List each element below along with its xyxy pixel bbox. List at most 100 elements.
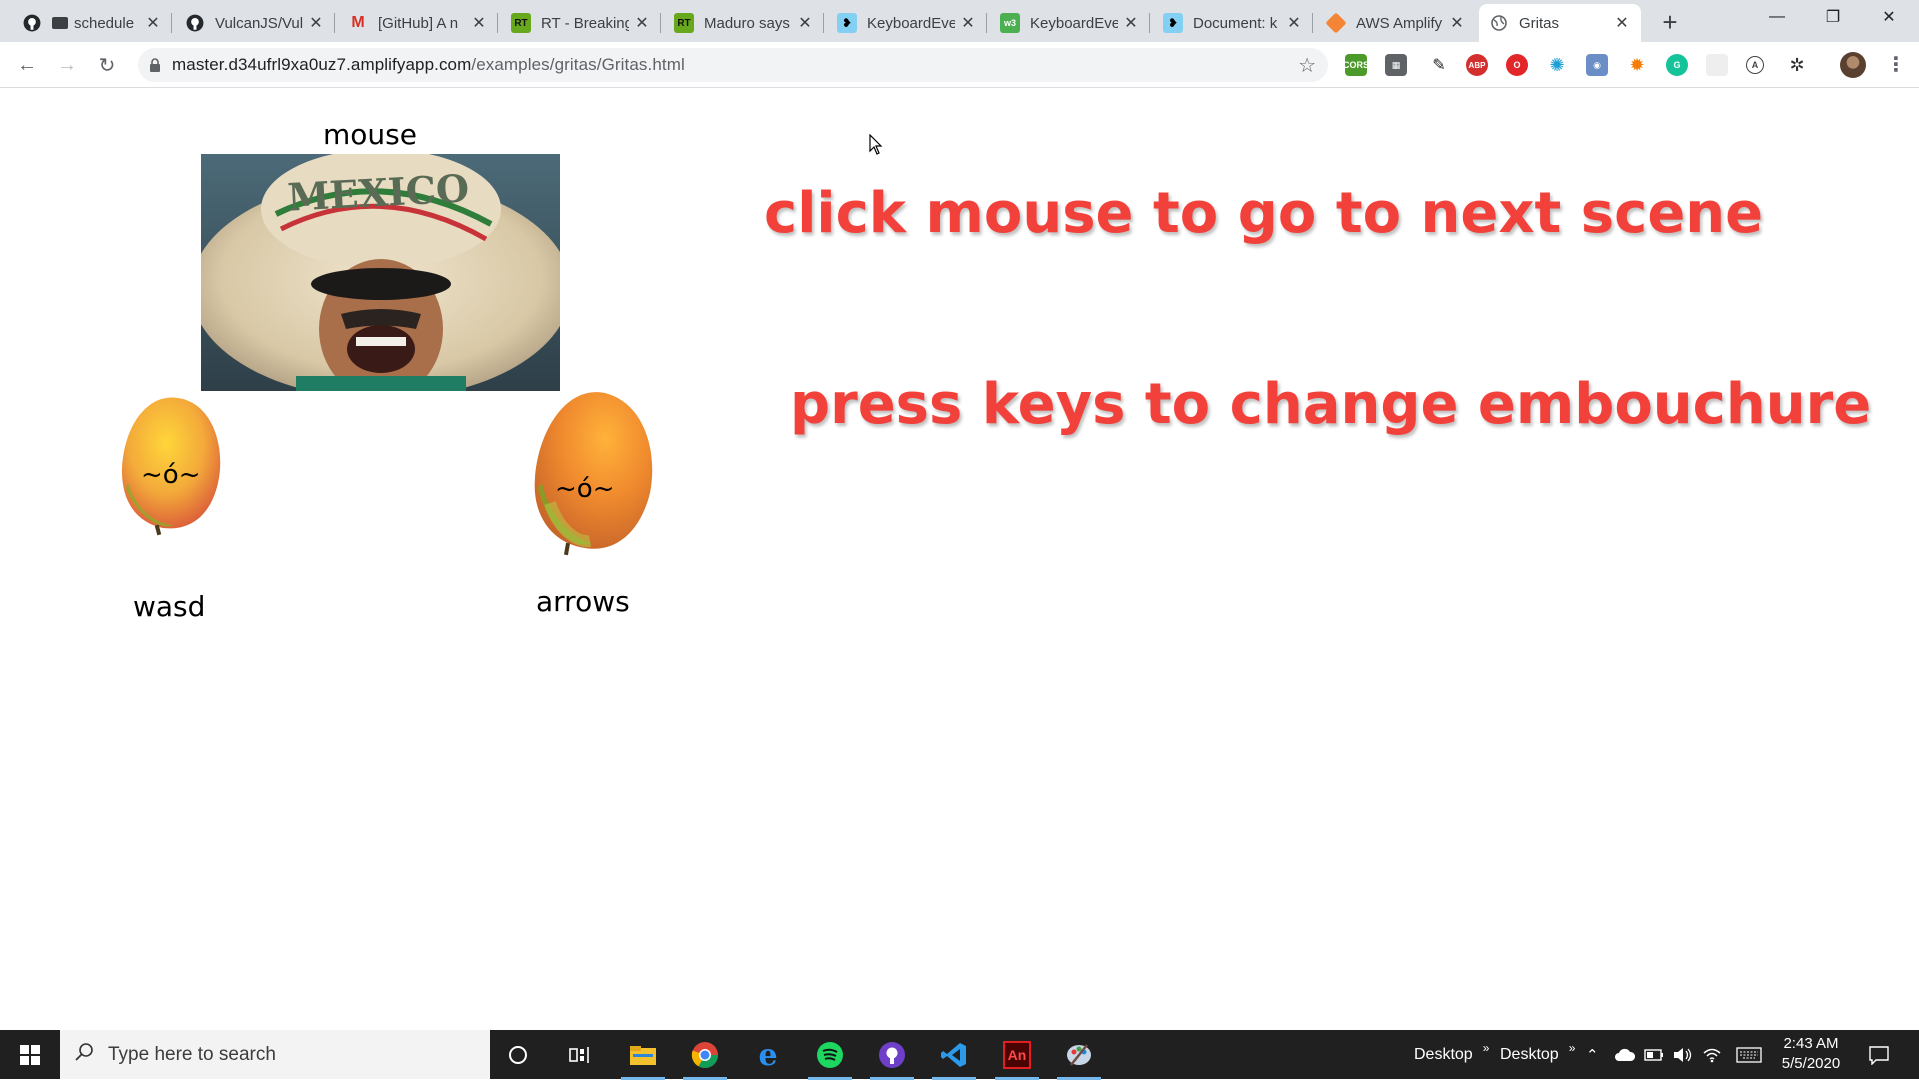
keyboard-icon[interactable] bbox=[1736, 1030, 1762, 1079]
back-button[interactable]: ← bbox=[12, 50, 42, 80]
task-view-icon[interactable] bbox=[562, 1037, 598, 1073]
a-icon[interactable]: A bbox=[1746, 56, 1764, 74]
close-icon[interactable]: ✕ bbox=[959, 14, 977, 32]
instruction-click-mouse: click mouse to go to next scene bbox=[764, 181, 1764, 246]
url-text: master.d34ufrl9xa0uz7.amplifyapp.com/exa… bbox=[172, 55, 685, 75]
mouse-label: mouse bbox=[323, 118, 417, 151]
cortana-icon[interactable] bbox=[500, 1037, 536, 1073]
tab-vulcanjs[interactable]: VulcanJS/Vul ✕ bbox=[175, 4, 335, 42]
close-icon[interactable]: ✕ bbox=[1122, 14, 1140, 32]
adobe-animate-icon[interactable]: An bbox=[995, 1037, 1039, 1080]
new-tab-button[interactable]: + bbox=[1656, 7, 1684, 37]
tab-title: Maduro says bbox=[704, 14, 790, 32]
tab-title: [GitHub] A n bbox=[378, 14, 459, 32]
search-icon bbox=[74, 1042, 94, 1067]
search-placeholder: Type here to search bbox=[108, 1043, 276, 1065]
puzzle-icon[interactable]: ✲ bbox=[1786, 54, 1808, 76]
restore-button[interactable]: ❐ bbox=[1806, 0, 1860, 34]
wifi-icon[interactable] bbox=[1702, 1030, 1722, 1079]
page-viewport[interactable]: mouse MEXICO ~ó~ ~ó~ wasd arrows click m… bbox=[0, 88, 1919, 1030]
desktop-toolbar-1[interactable]: Desktop» bbox=[1414, 1030, 1489, 1079]
edge-icon[interactable]: e bbox=[750, 1037, 786, 1073]
windows-start-icon[interactable] bbox=[0, 1030, 60, 1079]
desktop-toolbar-2[interactable]: Desktop» bbox=[1500, 1030, 1575, 1079]
reload-button[interactable]: ↻ bbox=[92, 50, 122, 80]
burst-icon[interactable]: ✹ bbox=[1626, 54, 1648, 76]
tab-aws-amplify[interactable]: AWS Amplify ✕ bbox=[1316, 4, 1476, 42]
tab-title: AWS Amplify bbox=[1356, 14, 1443, 32]
desktop-label-2: Desktop bbox=[1500, 1045, 1559, 1063]
close-icon[interactable]: ✕ bbox=[470, 14, 488, 32]
tab-rt-breaking[interactable]: RT RT - Breaking ✕ bbox=[501, 4, 661, 42]
forward-button[interactable]: → bbox=[52, 50, 82, 80]
blank-icon[interactable] bbox=[1706, 54, 1728, 76]
vscode-icon[interactable] bbox=[932, 1037, 976, 1080]
menu-kebab-icon[interactable]: ⋮ bbox=[1886, 52, 1906, 77]
hat-text: MEXICO bbox=[286, 165, 470, 219]
minimize-button[interactable]: — bbox=[1750, 0, 1804, 34]
close-icon[interactable]: ✕ bbox=[144, 14, 162, 32]
address-bar[interactable]: master.d34ufrl9xa0uz7.amplifyapp.com/exa… bbox=[138, 48, 1328, 82]
tab-title: KeyboardEve bbox=[1030, 14, 1118, 32]
close-icon[interactable]: ✕ bbox=[633, 14, 651, 32]
tab-maduro[interactable]: RT Maduro says ✕ bbox=[664, 4, 824, 42]
grammarly-icon[interactable]: G bbox=[1666, 54, 1688, 76]
system-clock[interactable]: 2:43 AM 5/5/2020 bbox=[1766, 1034, 1856, 1074]
desktop-label-1: Desktop bbox=[1414, 1045, 1473, 1063]
tab-title: Document: k bbox=[1193, 14, 1278, 32]
tab-gritas[interactable]: Gritas ✕ bbox=[1479, 4, 1641, 42]
file-explorer-icon[interactable] bbox=[621, 1037, 665, 1080]
close-icon[interactable]: ✕ bbox=[796, 14, 814, 32]
gmail-icon: M bbox=[351, 14, 365, 31]
close-icon[interactable]: ✕ bbox=[1613, 14, 1631, 32]
cors-icon[interactable]: CORS bbox=[1343, 54, 1369, 76]
w3-icon: w3 bbox=[1000, 13, 1020, 33]
arrows-label: arrows bbox=[536, 585, 630, 618]
opera-icon[interactable]: O bbox=[1506, 54, 1528, 76]
adblock-icon[interactable]: ABP bbox=[1466, 54, 1488, 76]
tab-title: VulcanJS/Vul bbox=[215, 14, 303, 32]
tab-title: schedule bbox=[74, 14, 135, 32]
github-desktop-icon[interactable] bbox=[870, 1037, 914, 1080]
profile-avatar[interactable] bbox=[1840, 52, 1866, 78]
camera-icon[interactable]: ◉ bbox=[1586, 54, 1608, 76]
clock-time: 2:43 AM bbox=[1783, 1035, 1839, 1052]
taskbar-search[interactable]: Type here to search bbox=[60, 1030, 490, 1079]
instruction-press-keys: press keys to change embouchure bbox=[790, 372, 1872, 437]
lock-icon[interactable] bbox=[138, 58, 172, 72]
rt-icon: RT bbox=[674, 13, 694, 33]
mdn-icon: ❥ bbox=[1163, 13, 1183, 33]
tab-title: KeyboardEve bbox=[867, 14, 955, 32]
tab-schedule[interactable]: schedule ✕ bbox=[12, 4, 172, 42]
pen-icon[interactable]: ✎ bbox=[1428, 54, 1450, 76]
url-host: master.d34ufrl9xa0uz7.amplifyapp.com bbox=[172, 55, 472, 74]
tab-document[interactable]: ❥ Document: k ✕ bbox=[1153, 4, 1313, 42]
rt-icon: RT bbox=[511, 13, 531, 33]
github-icon bbox=[185, 13, 205, 33]
show-hidden-icons-chevron-icon[interactable]: ⌃ bbox=[1586, 1030, 1599, 1079]
browser-toolbar: ← → ↻ master.d34ufrl9xa0uz7.amplifyapp.c… bbox=[0, 42, 1919, 88]
close-window-button[interactable]: ✕ bbox=[1862, 0, 1916, 34]
close-icon[interactable]: ✕ bbox=[307, 14, 325, 32]
chrome-icon[interactable] bbox=[683, 1037, 727, 1080]
tab-strip: schedule ✕ VulcanJS/Vul ✕ M [GitHub] A n… bbox=[0, 0, 1919, 42]
paint-icon[interactable] bbox=[1057, 1037, 1101, 1080]
spotify-icon[interactable] bbox=[808, 1037, 852, 1080]
notifications-icon[interactable] bbox=[1868, 1030, 1890, 1079]
onedrive-cloud-icon[interactable] bbox=[1614, 1030, 1636, 1079]
globe-icon bbox=[1489, 13, 1509, 33]
battery-icon[interactable] bbox=[1644, 1030, 1664, 1079]
wasd-label: wasd bbox=[133, 590, 206, 623]
grid-icon[interactable]: ▦ bbox=[1385, 54, 1407, 76]
gear-icon[interactable]: ✺ bbox=[1546, 54, 1568, 76]
volume-icon[interactable] bbox=[1672, 1030, 1694, 1079]
windows-taskbar: Type here to search e An Desktop» Deskto… bbox=[0, 1030, 1919, 1080]
clock-date: 5/5/2020 bbox=[1781, 1055, 1841, 1072]
close-icon[interactable]: ✕ bbox=[1448, 14, 1466, 32]
tab-keyboardevent-w3[interactable]: w3 KeyboardEve ✕ bbox=[990, 4, 1150, 42]
tab-github-mail[interactable]: M [GitHub] A n ✕ bbox=[338, 4, 498, 42]
bookmark-star-icon[interactable]: ☆ bbox=[1298, 53, 1316, 78]
left-mango-face: ~ó~ bbox=[141, 460, 201, 490]
close-icon[interactable]: ✕ bbox=[1285, 14, 1303, 32]
tab-keyboardevent-mdn[interactable]: ❥ KeyboardEve ✕ bbox=[827, 4, 987, 42]
